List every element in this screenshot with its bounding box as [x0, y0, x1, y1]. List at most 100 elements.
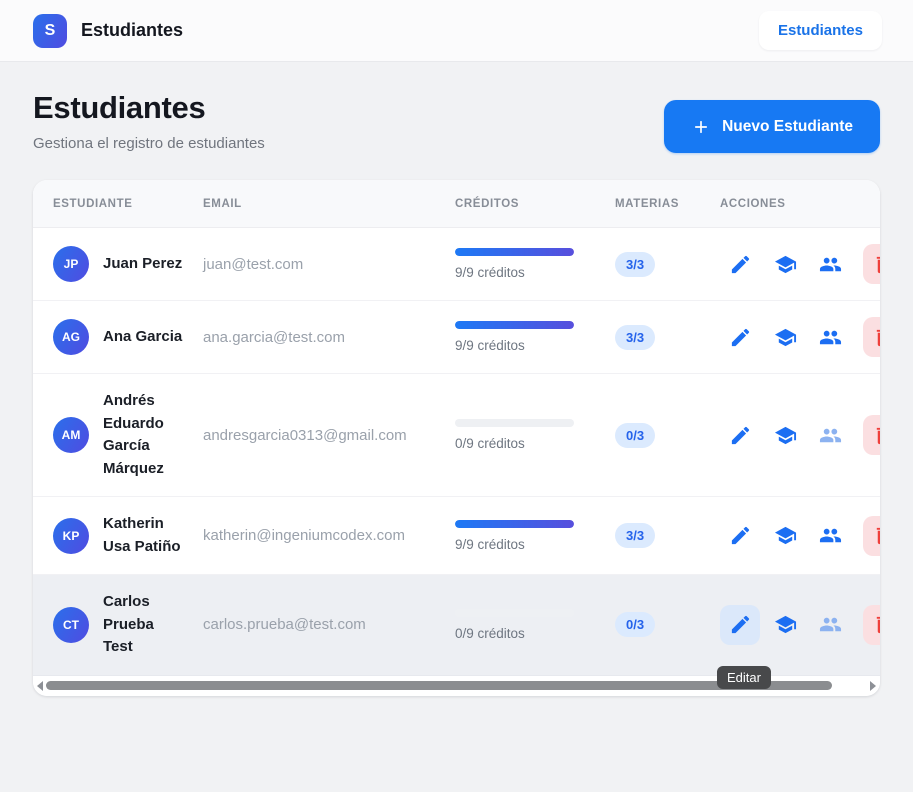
pencil-icon: [731, 255, 749, 273]
student-email: andresgarcia0313@gmail.com: [203, 426, 407, 444]
app-logo: S: [33, 13, 67, 48]
student-avatar: AM: [53, 417, 89, 453]
nav-estudiantes-button[interactable]: Estudiantes: [758, 11, 882, 50]
student-avatar: AG: [53, 319, 89, 355]
scrollbar-thumb[interactable]: [46, 681, 832, 690]
trash-icon: [876, 527, 880, 545]
pencil-icon: [731, 526, 749, 545]
subjects-button[interactable]: [765, 244, 805, 284]
student-name: Ana Garcia: [103, 327, 183, 345]
table-row: AG Ana Garcia ana.garcia@test.com 9/9 cr…: [33, 301, 880, 374]
users-button[interactable]: [810, 516, 850, 556]
actions-cell: [700, 589, 880, 661]
materias-badge: 3/3: [615, 251, 656, 277]
student-cell: AG Ana Garcia: [33, 303, 183, 371]
student-avatar: KP: [53, 517, 89, 554]
table-row: CT Carlos Prueba Test carlos.prueba@test…: [33, 575, 880, 676]
delete-button[interactable]: [863, 604, 880, 645]
student-name: Katherin Usa Patiño: [103, 515, 181, 555]
materias-cell: 3/3: [595, 507, 700, 564]
student-cell: JP Juan Perez: [33, 230, 183, 298]
delete-button[interactable]: [863, 244, 880, 284]
student-name: Andrés Eduardo García Márquez: [103, 392, 164, 477]
pencil-icon: [731, 616, 749, 634]
materias-badge: 3/3: [615, 324, 656, 350]
student-avatar: CT: [53, 606, 89, 643]
student-cell: AM Andrés Eduardo García Márquez: [33, 374, 183, 496]
plus-icon: [695, 120, 707, 133]
app-logo-letter: S: [44, 21, 56, 39]
users-button[interactable]: [810, 415, 850, 455]
delete-button[interactable]: [863, 317, 880, 357]
students-table-card: Estudiante Email Créditos Materias Accio…: [33, 180, 880, 696]
student-email: juan@test.com: [203, 255, 304, 273]
trash-icon: [876, 255, 880, 273]
student-avatar: JP: [53, 246, 89, 282]
page-header: Estudiantes Gestiona el registro de estu…: [33, 90, 880, 153]
new-student-button-label: Nuevo Estudiante: [722, 117, 853, 135]
delete-button[interactable]: [863, 415, 880, 455]
users-button[interactable]: [810, 317, 850, 357]
table-row: KP Katherin Usa Patiño katherin@ingenium…: [33, 497, 880, 575]
materias-cell: 3/3: [595, 236, 700, 293]
main-content: Estudiantes Gestiona el registro de estu…: [0, 62, 913, 696]
subjects-button[interactable]: [765, 317, 805, 357]
pencil-icon: [731, 328, 749, 346]
graduation-cap-icon: [774, 426, 796, 444]
users-icon: [819, 528, 841, 543]
credits-progress-track: [455, 519, 574, 528]
materias-cell: 0/3: [595, 407, 700, 464]
trash-icon: [876, 616, 880, 634]
student-name: Carlos Prueba Test: [103, 593, 154, 655]
avatar-initials: CT: [63, 617, 79, 632]
column-header-creditos: Créditos: [455, 197, 520, 210]
materias-cell: 3/3: [595, 309, 700, 366]
scroll-right-arrow-icon[interactable]: [870, 680, 876, 691]
trash-icon: [876, 328, 880, 346]
student-email: carlos.prueba@test.com: [203, 616, 366, 634]
delete-button[interactable]: [863, 515, 880, 556]
users-button[interactable]: [810, 605, 850, 645]
credits-label: 9/9 créditos: [455, 536, 525, 552]
credits-label: 9/9 créditos: [455, 338, 525, 353]
actions-cell: [700, 228, 880, 300]
edit-button[interactable]: [720, 415, 760, 455]
avatar-initials: KP: [62, 528, 80, 543]
avatar-initials: AM: [61, 428, 81, 442]
column-header-materias: Materias: [615, 197, 680, 210]
student-email: ana.garcia@test.com: [203, 328, 345, 346]
credits-cell: 9/9 créditos: [435, 504, 595, 568]
table-row: AM Andrés Eduardo García Márquez andresg…: [33, 374, 880, 497]
subjects-button[interactable]: [765, 605, 805, 645]
graduation-cap-icon: [774, 526, 796, 545]
table-body: JP Juan Perez juan@test.com 9/9 créditos…: [33, 228, 880, 676]
edit-button[interactable]: [720, 244, 760, 284]
student-cell: KP Katherin Usa Patiño: [33, 497, 183, 574]
subjects-button[interactable]: [765, 415, 805, 455]
users-button[interactable]: [810, 244, 850, 284]
credits-cell: 0/9 créditos: [435, 593, 595, 657]
trash-icon: [876, 426, 880, 444]
new-student-button[interactable]: Nuevo Estudiante: [664, 100, 880, 153]
page-title: Estudiantes: [33, 90, 206, 125]
edit-button[interactable]: [720, 604, 760, 645]
pencil-icon: [731, 426, 749, 444]
credits-label: 0/9 créditos: [455, 625, 525, 641]
scroll-left-arrow-icon[interactable]: [37, 680, 43, 691]
credits-progress-fill: [455, 248, 574, 256]
users-icon: [819, 257, 841, 271]
users-icon: [819, 330, 841, 344]
subjects-button[interactable]: [765, 516, 805, 556]
credits-cell: 9/9 créditos: [435, 305, 595, 369]
graduation-cap-icon: [774, 255, 796, 273]
edit-tooltip: Editar: [717, 665, 771, 689]
edit-button[interactable]: [720, 516, 760, 556]
table-row: JP Juan Perez juan@test.com 9/9 créditos…: [33, 228, 880, 301]
edit-button[interactable]: [720, 317, 760, 357]
credits-cell: 9/9 créditos: [435, 232, 595, 296]
student-name: Juan Perez: [103, 254, 183, 272]
users-icon: [819, 428, 841, 442]
credits-progress-fill: [455, 321, 574, 329]
credits-progress-track: [455, 419, 574, 427]
graduation-cap-icon: [774, 616, 796, 634]
